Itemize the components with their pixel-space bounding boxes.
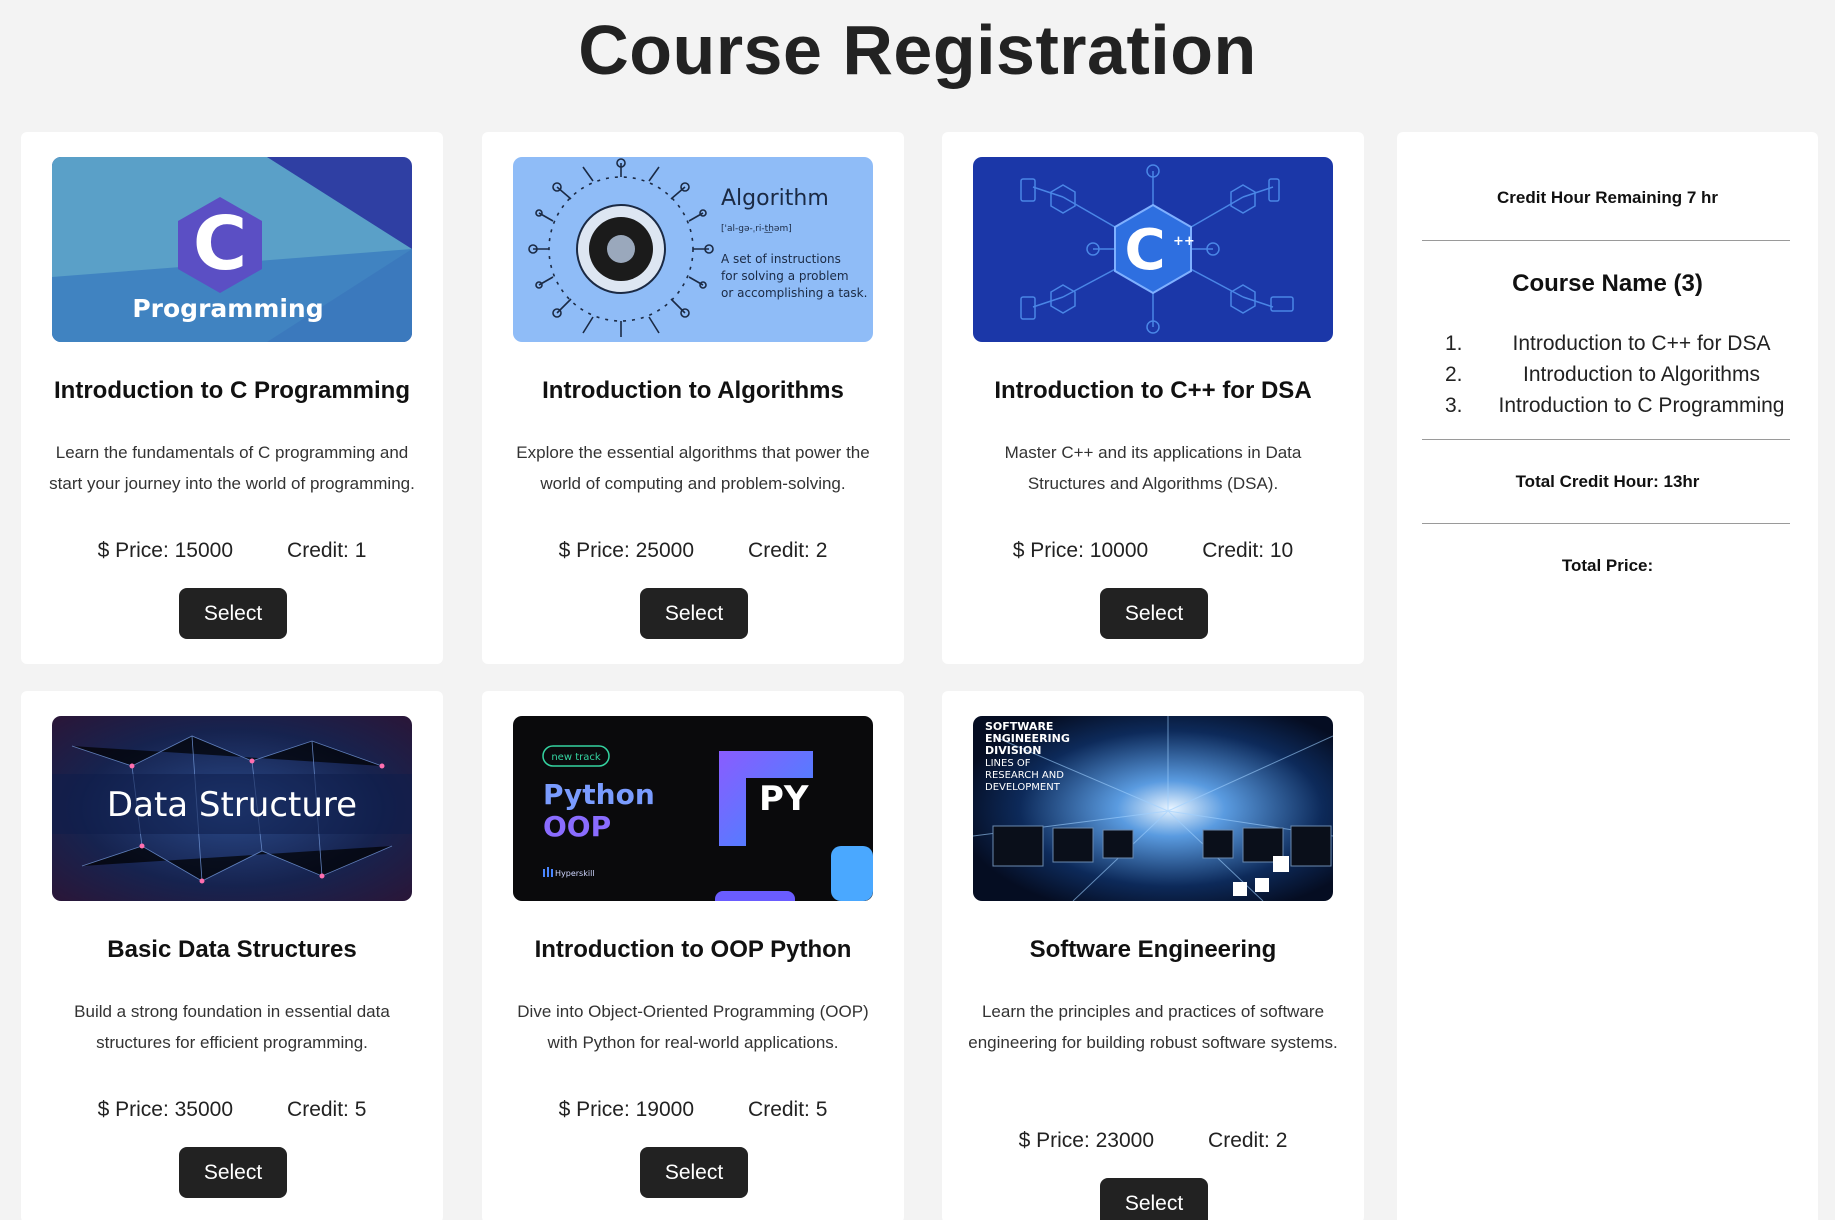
course-price: $ Price: 25000: [558, 539, 695, 562]
course-credit: Credit: 10: [1202, 539, 1294, 562]
cpp-image: C ++: [973, 157, 1333, 342]
course-price: $ Price: 15000: [97, 539, 234, 562]
course-card: C Programming Introduction to C Programm…: [21, 132, 443, 664]
course-description: Master C++ and its applications in Data …: [1004, 443, 1302, 493]
select-button[interactable]: Select: [1100, 1178, 1208, 1220]
svg-text:A set of instructions: A set of instructions: [721, 252, 841, 266]
list-number: 1.: [1445, 331, 1463, 355]
course-meta: $ Price: 35000 Credit: 5: [21, 1098, 443, 1122]
svg-text:new track: new track: [551, 752, 601, 763]
python-oop-image: new track Python OOP PY Hyperskill: [513, 716, 873, 901]
svg-text:Data Structure: Data Structure: [107, 785, 357, 825]
course-card: C ++ Introduction to C++ for DSA Master …: [942, 132, 1364, 664]
credit-remaining: Credit Hour Remaining 7 hr: [1496, 188, 1719, 207]
course-meta: $ Price: 10000 Credit: 10: [942, 539, 1364, 563]
algorithm-image: Algorithm ['al-gə-ˌri-t͟həm] A set of in…: [513, 157, 873, 342]
course-title: Introduction to Algorithms: [542, 377, 844, 404]
course-description: Dive into Object-Oriented Programming (O…: [517, 1002, 869, 1052]
select-button[interactable]: Select: [640, 1147, 748, 1198]
course-description: Learn the principles and practices of so…: [968, 1002, 1338, 1052]
course-title: Introduction to OOP Python: [534, 936, 852, 963]
select-button[interactable]: Select: [640, 588, 748, 639]
svg-text:or accomplishing a task.: or accomplishing a task.: [721, 286, 867, 300]
selected-course-name: Introduction to Algorithms: [1523, 362, 1760, 386]
svg-text:DIVISION: DIVISION: [985, 744, 1041, 757]
divider: [1422, 240, 1790, 241]
course-meta: $ Price: 19000 Credit: 5: [482, 1098, 904, 1122]
total-price: Total Price:: [1561, 556, 1654, 575]
svg-text:DEVELOPMENT: DEVELOPMENT: [985, 782, 1061, 793]
course-card: Algorithm ['al-gə-ˌri-t͟həm] A set of in…: [482, 132, 904, 664]
course-name-heading: Course Name (3): [1512, 270, 1703, 297]
list-number: 3.: [1445, 393, 1463, 417]
selected-course-list: 1. Introduction to C++ for DSA 2. Introd…: [1445, 328, 1808, 421]
list-item: 3. Introduction to C Programming: [1445, 390, 1808, 421]
select-button[interactable]: Select: [179, 1147, 287, 1198]
course-credit: Credit: 1: [287, 539, 367, 562]
svg-text:['al-gə-ˌri-t͟həm]: ['al-gə-ˌri-t͟həm]: [721, 224, 792, 234]
course-credit: Credit: 2: [748, 539, 828, 562]
course-description: Learn the fundamentals of C programming …: [49, 443, 415, 493]
course-credit: Credit: 5: [748, 1098, 828, 1121]
svg-text:LINES OF: LINES OF: [985, 758, 1031, 769]
svg-text:PY: PY: [759, 779, 809, 819]
course-title: Introduction to C Programming: [54, 377, 410, 404]
course-price: $ Price: 10000: [1012, 539, 1149, 562]
course-card: new track Python OOP PY Hyperskill Intro…: [482, 691, 904, 1220]
course-credit: Credit: 5: [287, 1098, 367, 1121]
course-credit: Credit: 2: [1208, 1129, 1288, 1152]
select-button[interactable]: Select: [1100, 588, 1208, 639]
selected-course-name: Introduction to C Programming: [1498, 393, 1785, 417]
software-engineering-image: SOFTWARE ENGINEERING DIVISION LINES OF R…: [973, 716, 1333, 901]
course-price: $ Price: 19000: [558, 1098, 695, 1121]
course-description: Build a strong foundation in essential d…: [74, 1002, 390, 1052]
course-title: Software Engineering: [1029, 936, 1277, 963]
data-structure-image: Data Structure: [52, 716, 412, 901]
list-item: 1. Introduction to C++ for DSA: [1445, 328, 1808, 359]
svg-text:Programming: Programming: [132, 294, 323, 323]
list-item: 2. Introduction to Algorithms: [1445, 359, 1808, 390]
selected-course-name: Introduction to C++ for DSA: [1512, 331, 1771, 355]
course-price: $ Price: 23000: [1018, 1129, 1155, 1152]
course-price: $ Price: 35000: [97, 1098, 234, 1121]
course-title: Basic Data Structures: [107, 936, 357, 963]
course-card: Data Structure Basic Data Structures Bui…: [21, 691, 443, 1220]
divider: [1422, 523, 1790, 524]
course-description: Explore the essential algorithms that po…: [516, 443, 870, 493]
page-title: Course Registration: [578, 11, 1257, 89]
list-number: 2.: [1445, 362, 1463, 386]
registration-summary: Credit Hour Remaining 7 hr Course Name (…: [1397, 132, 1818, 1220]
svg-text:for solving a problem: for solving a problem: [721, 269, 849, 283]
svg-text:RESEARCH AND: RESEARCH AND: [985, 770, 1064, 781]
svg-text:OOP: OOP: [543, 810, 611, 843]
total-credit-hour: Total Credit Hour: 13hr: [1515, 472, 1700, 491]
course-meta: $ Price: 23000 Credit: 2: [942, 1129, 1364, 1153]
course-meta: $ Price: 25000 Credit: 2: [482, 539, 904, 563]
course-title: Introduction to C++ for DSA: [994, 377, 1312, 404]
select-button[interactable]: Select: [179, 588, 287, 639]
svg-text:++: ++: [1173, 234, 1195, 249]
course-meta: $ Price: 15000 Credit: 1: [21, 539, 443, 563]
svg-text:C: C: [193, 201, 247, 287]
svg-text:C: C: [1124, 218, 1165, 283]
divider: [1422, 439, 1790, 440]
svg-text:Hyperskill: Hyperskill: [555, 869, 595, 878]
course-card: SOFTWARE ENGINEERING DIVISION LINES OF R…: [942, 691, 1364, 1220]
c-programming-image: C Programming: [52, 157, 412, 342]
svg-text:Algorithm: Algorithm: [721, 186, 829, 211]
svg-text:Python: Python: [543, 778, 655, 811]
